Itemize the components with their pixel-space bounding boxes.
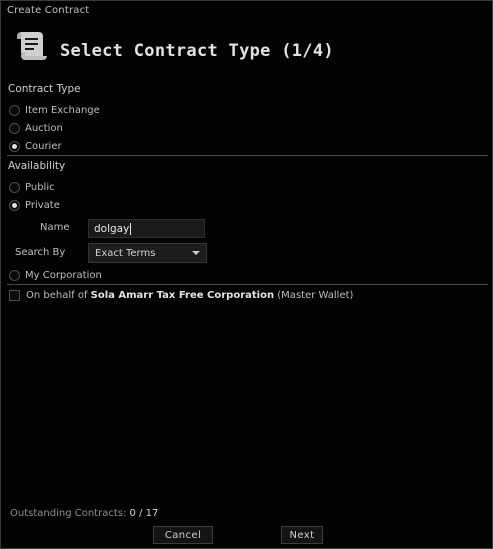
contract-scroll-icon: [11, 26, 51, 66]
section-divider: [7, 284, 488, 285]
radio-private[interactable]: Private: [9, 198, 60, 212]
radio-label: My Corporation: [25, 269, 102, 281]
outstanding-contracts: Outstanding Contracts: 0 / 17: [10, 508, 158, 519]
availability-heading: Availability: [8, 160, 66, 172]
corporation-name: Sola Amarr Tax Free Corporation: [90, 289, 275, 301]
radio-public[interactable]: Public: [9, 180, 55, 194]
on-behalf-checkbox-row[interactable]: On behalf of Sola Amarr Tax Free Corpora…: [9, 288, 353, 302]
on-behalf-checkbox[interactable]: [9, 289, 20, 301]
on-behalf-prefix: On behalf of: [26, 289, 88, 301]
name-input[interactable]: dolgay: [88, 219, 205, 238]
outstanding-label: Outstanding Contracts:: [10, 508, 127, 519]
search-by-label: Search By: [15, 247, 66, 258]
name-input-value: dolgay: [94, 222, 130, 235]
on-behalf-label: On behalf of Sola Amarr Tax Free Corpora…: [26, 290, 353, 301]
contract-type-heading: Contract Type: [8, 83, 81, 95]
radio-courier[interactable]: Courier: [9, 139, 62, 153]
window-title: Create Contract: [7, 5, 90, 16]
wallet-name: (Master Wallet): [277, 289, 354, 301]
section-divider: [7, 155, 488, 156]
radio-label: Private: [25, 199, 60, 211]
search-by-dropdown[interactable]: Exact Terms: [88, 243, 207, 263]
radio-label: Item Exchange: [25, 104, 100, 116]
radio-my-corporation[interactable]: My Corporation: [9, 268, 102, 282]
cancel-button[interactable]: Cancel: [153, 526, 213, 544]
radio-button-checked[interactable]: [9, 140, 20, 152]
radio-button[interactable]: [9, 181, 20, 193]
search-by-value: Exact Terms: [95, 247, 156, 259]
radio-button[interactable]: [9, 104, 20, 116]
outstanding-value: 0 / 17: [129, 508, 159, 519]
next-button[interactable]: Next: [281, 526, 323, 544]
radio-label: Auction: [25, 122, 63, 134]
radio-button-checked[interactable]: [9, 199, 20, 211]
chevron-down-icon: [192, 251, 200, 255]
text-caret: [130, 222, 132, 235]
radio-item-exchange[interactable]: Item Exchange: [9, 103, 100, 117]
radio-button[interactable]: [9, 269, 20, 281]
create-contract-window: Create Contract Select Contract Type (1/…: [0, 0, 493, 549]
radio-label: Public: [25, 181, 55, 193]
radio-button[interactable]: [9, 122, 20, 134]
radio-label: Courier: [25, 140, 62, 152]
page-title: Select Contract Type (1/4): [60, 41, 334, 61]
radio-auction[interactable]: Auction: [9, 121, 63, 135]
name-label: Name: [40, 222, 70, 233]
